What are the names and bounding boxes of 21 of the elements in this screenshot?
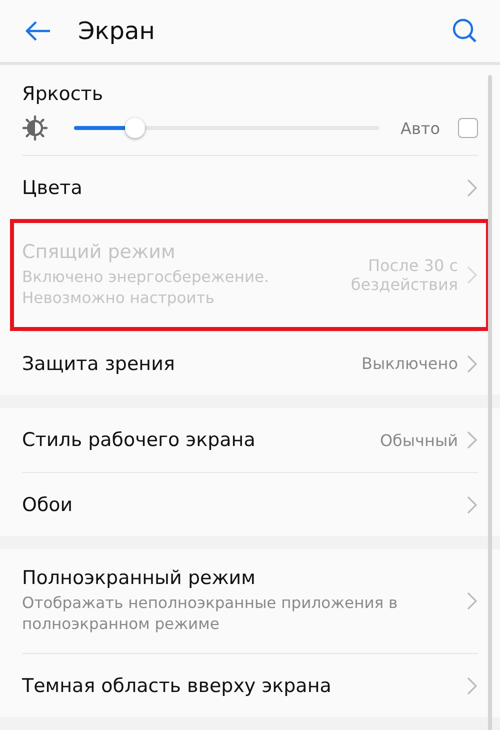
row-title: Яркость bbox=[22, 83, 104, 105]
settings-row[interactable]: Обои bbox=[22, 472, 478, 536]
chevron-icon bbox=[466, 265, 478, 285]
search-button[interactable] bbox=[452, 18, 478, 44]
settings-row[interactable]: Стиль рабочего экрана Обычный bbox=[22, 408, 478, 472]
chevron-icon bbox=[466, 591, 478, 611]
auto-checkbox[interactable] bbox=[458, 118, 478, 138]
chevron-icon bbox=[466, 178, 478, 198]
chevron-icon bbox=[466, 494, 478, 514]
settings-row[interactable]: Защита зрения Выключено bbox=[22, 331, 478, 395]
page-title: Экран bbox=[78, 17, 156, 45]
settings-row[interactable]: Темная область вверху экрана bbox=[22, 653, 478, 717]
settings-row[interactable]: Полноэкранный режим Отображать неполноэкранные приложения в полноэкранном режиме bbox=[22, 549, 478, 653]
brightness-slider[interactable] bbox=[74, 117, 379, 139]
settings-row[interactable]: Цвета bbox=[22, 155, 478, 219]
chevron-icon bbox=[466, 676, 478, 696]
back-button[interactable] bbox=[24, 19, 52, 43]
brightness-icon bbox=[22, 115, 48, 141]
chevron-icon bbox=[466, 354, 478, 374]
auto-label: Авто bbox=[400, 118, 440, 138]
chevron-icon bbox=[466, 430, 478, 450]
